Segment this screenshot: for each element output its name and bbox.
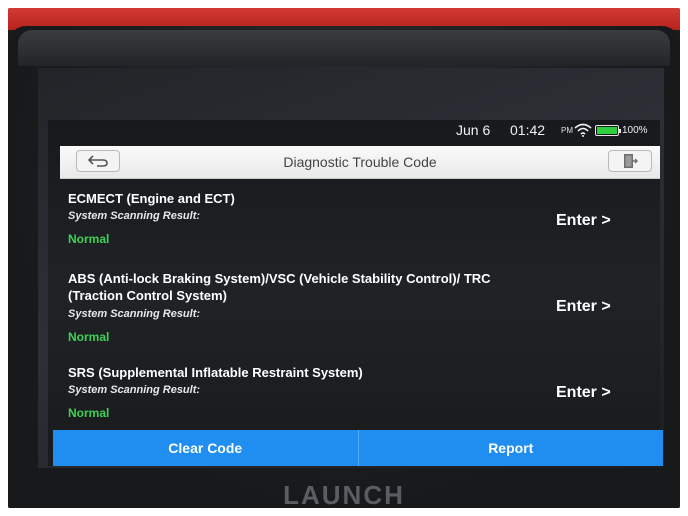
status-ampm: PM <box>561 126 573 135</box>
report-button[interactable]: Report <box>357 430 664 466</box>
wifi-icon <box>574 123 592 137</box>
scan-result-label: System Scanning Result: <box>68 210 201 222</box>
status-time: 01:42 <box>510 122 546 138</box>
enter-button[interactable]: Enter > <box>556 298 611 316</box>
status-bar: Jun 6 01:42 PM 100% <box>48 120 660 142</box>
system-name: SRS (Supplemental Inflatable Restraint S… <box>68 365 363 380</box>
system-name: ABS (Anti-lock Braking System)/VSC (Vehi… <box>68 271 491 303</box>
page-title: Diagnostic Trouble Code <box>283 154 437 170</box>
action-bar: Clear Code Report <box>53 430 663 466</box>
title-bar: Diagnostic Trouble Code <box>60 146 660 179</box>
battery-icon <box>595 125 621 136</box>
scan-result-label: System Scanning Result: <box>68 384 201 396</box>
enter-button[interactable]: Enter > <box>556 212 611 230</box>
scan-result-value: Normal <box>68 232 110 246</box>
exit-button[interactable] <box>608 150 652 172</box>
brand-logo: LAUNCH <box>283 480 405 508</box>
status-date: Jun 6 <box>456 122 491 138</box>
enter-button[interactable]: Enter > <box>556 384 611 402</box>
screen: Jun 6 01:42 PM 100% Diagnostic Trouble C… <box>48 120 660 466</box>
back-arrow-icon <box>87 155 108 167</box>
exit-icon <box>624 154 638 168</box>
back-button[interactable] <box>76 150 120 172</box>
system-row-abs: ABS (Anti-lock Braking System)/VSC (Vehi… <box>48 270 660 350</box>
scan-result-value: Normal <box>68 330 110 344</box>
scan-result-label: System Scanning Result: <box>68 308 201 320</box>
system-name: ECMECT (Engine and ECT) <box>68 191 235 206</box>
clear-code-button[interactable]: Clear Code <box>53 430 358 466</box>
bezel-edge <box>18 30 670 66</box>
battery-fill <box>597 127 617 134</box>
system-row-srs: SRS (Supplemental Inflatable Restraint S… <box>48 364 660 426</box>
battery-percent: 100% <box>622 125 648 136</box>
scan-result-value: Normal <box>68 406 110 420</box>
system-row-ecmect: ECMECT (Engine and ECT) System Scanning … <box>48 190 660 252</box>
